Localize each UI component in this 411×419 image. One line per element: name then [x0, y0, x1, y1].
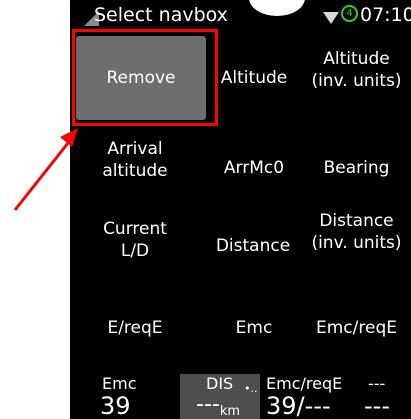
annotation-arrow-icon — [13, 128, 78, 211]
